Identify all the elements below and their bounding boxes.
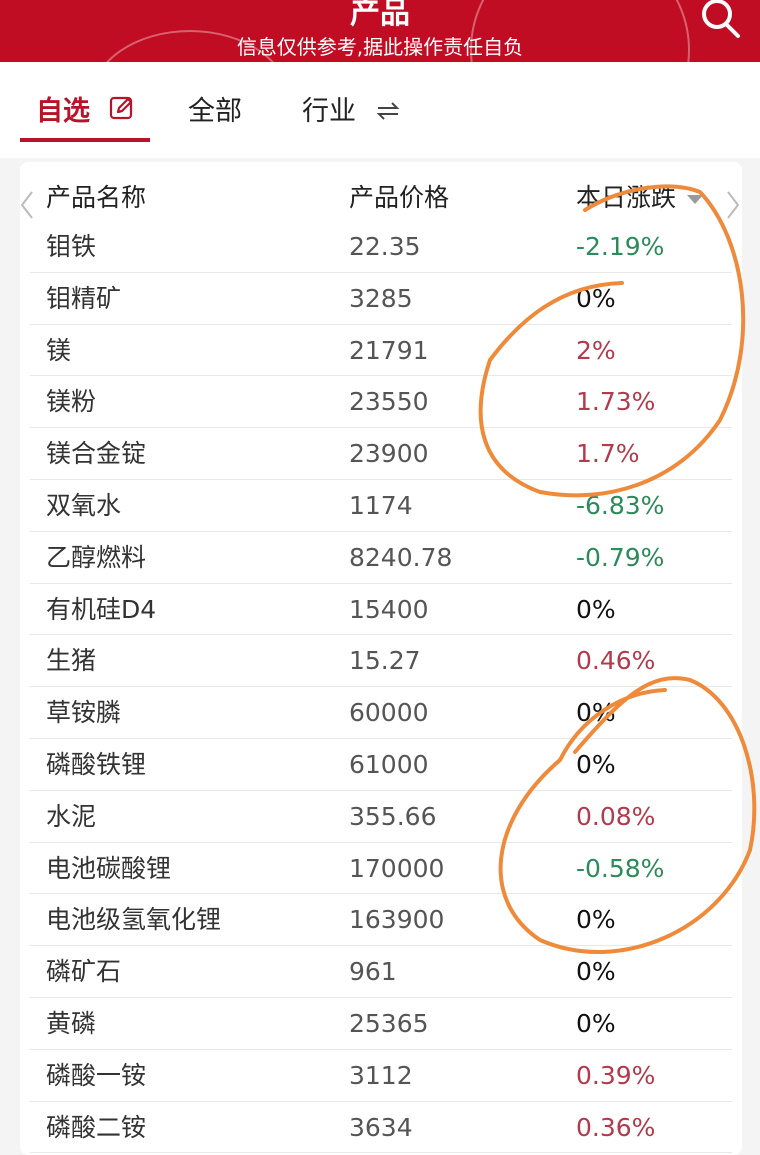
product-price: 15.27 [349, 646, 421, 676]
table-row[interactable]: 电池级氢氧化锂 163900 0% [30, 894, 732, 947]
daily-change: 1.7% [576, 439, 640, 469]
search-icon [702, 0, 740, 38]
edit-icon[interactable] [109, 93, 135, 133]
product-price: 3285 [349, 283, 413, 313]
disclaimer-text: 信息仅供参考,据此操作责任自负 [236, 35, 524, 59]
daily-change: 0% [576, 1008, 616, 1038]
daily-change: 0.46% [576, 646, 656, 676]
active-tab-indicator [20, 138, 150, 142]
product-name: 生猪 [46, 646, 97, 676]
product-name: 有机硅D4 [46, 594, 157, 624]
daily-change: 0% [576, 283, 616, 313]
product-name: 电池级氢氧化锂 [46, 905, 222, 935]
tab-label: 全部 [188, 96, 242, 127]
product-name: 钼精矿 [46, 283, 122, 313]
product-price: 3634 [349, 1112, 413, 1142]
app-header: 产品 信息仅供参考,据此操作责任自负 [0, 0, 760, 62]
daily-change: 1.73% [576, 387, 656, 417]
chevron-left-icon[interactable] [20, 190, 34, 220]
product-name: 双氧水 [46, 490, 122, 520]
table-row[interactable]: 磷酸铁锂 61000 0% [30, 739, 732, 791]
table-row[interactable]: 钼精矿 3285 0% [30, 273, 732, 325]
table-row[interactable]: 磷酸一铵 3112 0.39% [30, 1050, 732, 1102]
table-row[interactable]: 生猪 15.27 0.46% [30, 635, 732, 688]
product-price: 15400 [349, 594, 429, 624]
column-header-name: 产品名称 [46, 183, 147, 212]
product-name: 磷矿石 [46, 957, 122, 987]
sort-down-icon[interactable] [686, 193, 704, 205]
daily-change: 0.08% [576, 801, 656, 831]
daily-change: 0% [576, 905, 616, 935]
table-row[interactable]: 乙醇燃料 8240.78 -0.79% [30, 532, 732, 584]
daily-change: 0% [576, 594, 616, 624]
table-row[interactable]: 双氧水 1174 -6.83% [30, 480, 732, 532]
table-row[interactable]: 磷矿石 961 0% [30, 946, 732, 998]
column-header-price: 产品价格 [349, 183, 450, 212]
product-price: 23550 [349, 387, 429, 417]
product-price: 961 [349, 957, 397, 987]
product-name: 乙醇燃料 [46, 542, 147, 572]
tab-all[interactable]: 全部 [188, 92, 242, 132]
product-price: 21791 [349, 335, 429, 365]
daily-change: 0.36% [576, 1112, 656, 1142]
product-name: 钼铁 [46, 232, 97, 261]
daily-change: 0% [576, 749, 616, 779]
product-price: 61000 [349, 749, 429, 779]
table-row[interactable]: 镁粉 23550 1.73% [30, 376, 732, 429]
product-name: 电池碳酸锂 [46, 853, 172, 883]
product-name: 磷酸一铵 [46, 1060, 147, 1090]
table-row[interactable]: 磷酸二铵 3634 0.36% [30, 1102, 732, 1154]
column-header-label: 本日涨跌 [576, 183, 677, 212]
tab-favorites[interactable]: 自选 [36, 92, 135, 132]
table-body: 钼铁 22.35 -2.19% 钼精矿 3285 0% 镁 21791 2% 镁粉 23550 1.7… [20, 221, 742, 1154]
product-price: 355.66 [349, 801, 437, 831]
swap-icon [375, 93, 401, 133]
product-price: 23900 [349, 439, 429, 469]
product-price: 3112 [349, 1060, 413, 1090]
table-row[interactable]: 钼铁 22.35 -2.19% [30, 221, 732, 273]
product-name: 磷酸二铵 [46, 1112, 147, 1142]
product-price: 170000 [349, 853, 445, 883]
table-row[interactable]: 草铵膦 60000 0% [30, 687, 732, 739]
table-row[interactable]: 有机硅D4 15400 0% [30, 584, 732, 636]
daily-change: -0.58% [576, 853, 665, 883]
product-price: 163900 [349, 905, 445, 935]
table-row[interactable]: 电池碳酸锂 170000 -0.58% [30, 843, 732, 895]
daily-change: 0.39% [576, 1060, 656, 1090]
product-price: 22.35 [349, 232, 421, 261]
table-row[interactable]: 镁合金锭 23900 1.7% [30, 428, 732, 480]
chevron-right-icon[interactable] [726, 190, 740, 220]
product-price: 8240.78 [349, 542, 453, 572]
tab-label: 自选 [36, 96, 90, 127]
table-row[interactable]: 水泥 355.66 0.08% [30, 791, 732, 843]
tab-industry[interactable]: 行业 [302, 92, 401, 132]
tab-label: 行业 [302, 96, 356, 127]
product-name: 镁合金锭 [46, 439, 147, 469]
product-price: 60000 [349, 698, 429, 728]
daily-change: 0% [576, 957, 616, 987]
column-header-change[interactable]: 本日涨跌 [576, 178, 704, 218]
product-table: 产品名称 产品价格 本日涨跌 钼铁 22.35 -2.19% 钼精矿 3285 0% 镁 21… [20, 162, 742, 1155]
page-title: 产品 [350, 0, 410, 31]
product-price: 25365 [349, 1008, 429, 1038]
daily-change: 0% [576, 698, 616, 728]
product-name: 磷酸铁锂 [46, 749, 147, 779]
product-name: 水泥 [46, 801, 97, 831]
product-name: 镁 [46, 335, 72, 365]
product-price: 1174 [349, 490, 413, 520]
product-name: 镁粉 [46, 387, 97, 417]
search-button[interactable] [698, 0, 742, 40]
daily-change: -2.19% [576, 232, 665, 261]
daily-change: -0.79% [576, 542, 665, 572]
product-name: 黄磷 [46, 1008, 97, 1038]
daily-change: 2% [576, 335, 616, 365]
table-row[interactable]: 黄磷 25365 0% [30, 998, 732, 1050]
table-row[interactable]: 镁 21791 2% [30, 325, 732, 377]
product-name: 草铵膦 [46, 698, 122, 728]
daily-change: -6.83% [576, 490, 665, 520]
tab-bar: 自选 全部 行业 [0, 62, 760, 158]
